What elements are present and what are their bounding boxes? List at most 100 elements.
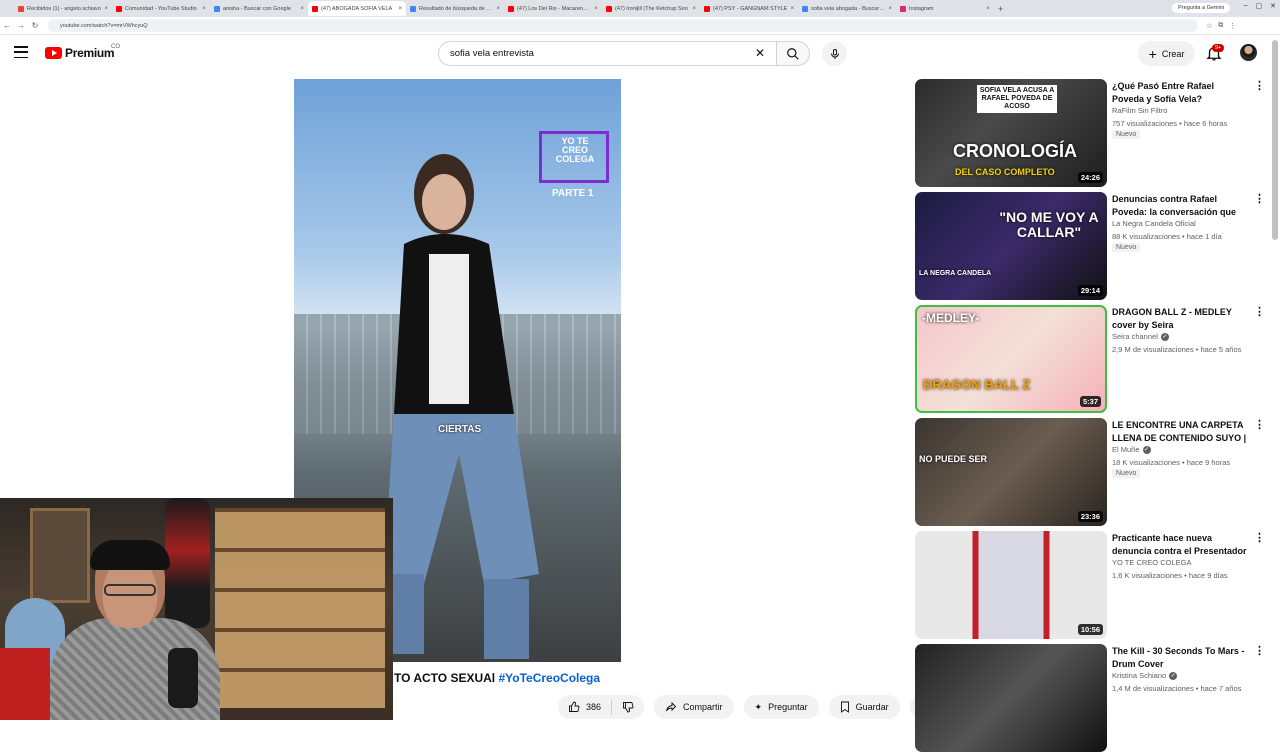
share-button[interactable]: Compartir <box>654 695 734 719</box>
video-duration: 23:36 <box>1077 511 1103 522</box>
recommendation-thumbnail[interactable]: "NO ME VOY A CALLAR" LA NEGRA CANDELA 29:1… <box>915 192 1107 300</box>
recommendation-thumbnail[interactable]: SOFIA VELA ACUSA A RAFAEL POVEDA DE ACOS… <box>915 79 1107 187</box>
recommendation-title[interactable]: Practicante hace nueva denuncia contra e… <box>1112 532 1248 558</box>
browser-tab[interactable]: Instagram × <box>896 1 994 16</box>
forward-icon[interactable]: → <box>14 21 28 30</box>
gemini-button[interactable]: Pregunta a Gemini <box>1172 3 1230 13</box>
browser-menu-icon[interactable]: ⋮ <box>1229 22 1236 30</box>
new-badge: Nuevo <box>1112 130 1141 139</box>
upload-age: hace 6 horas <box>1183 119 1228 128</box>
tab-close-icon[interactable]: × <box>398 6 402 12</box>
more-options-icon[interactable]: ⋮ <box>1254 533 1265 544</box>
recommendation-channel[interactable]: La Negra Candela Oficial <box>1112 219 1196 228</box>
menu-icon[interactable] <box>14 46 28 58</box>
browser-tab[interactable]: Recibidos (1) - angelo.schiavo × <box>14 1 112 16</box>
recommendation-channel[interactable]: Seira channel ✓ <box>1112 332 1169 341</box>
logo-text: Premium <box>65 46 115 60</box>
browser-tab[interactable]: anisha - Buscar con Google × <box>210 1 308 16</box>
recommendation-item[interactable]: 10:56 Practicante hace nueva denuncia con… <box>915 531 1265 639</box>
search-input[interactable]: sofia vela entrevista <box>438 41 777 66</box>
recommendation-channel[interactable]: RaFilm Sin Filtro <box>1112 106 1167 115</box>
search-button[interactable] <box>776 41 810 66</box>
recommendation-thumbnail[interactable]: NO PUEDE SER 23:36 <box>915 418 1107 526</box>
tab-close-icon[interactable]: × <box>888 6 892 12</box>
share-icon <box>666 701 677 712</box>
recommendation-title[interactable]: LE ENCONTRE UNA CARPETA LLENA DE CONTENI… <box>1112 419 1248 445</box>
account-avatar[interactable] <box>1240 44 1257 61</box>
recommendation-item[interactable]: -MEDLEY- DRAGON BALL Z 5:37 DRAGON BALL Z -… <box>915 305 1265 413</box>
recommendation-title[interactable]: ¿Qué Pasó Entre Rafael Poveda y Sofía Ve… <box>1112 80 1248 106</box>
recommendation-item[interactable]: "NO ME VOY A CALLAR" LA NEGRA CANDELA 29:1… <box>915 192 1265 300</box>
like-button[interactable]: 386 <box>558 699 613 715</box>
background-shelf <box>215 508 385 708</box>
create-button[interactable]: + Crear <box>1138 41 1195 66</box>
recommendation-title[interactable]: Denuncias contra Rafael Poveda: la conve… <box>1112 193 1248 219</box>
dislike-button[interactable] <box>612 701 644 713</box>
tab-close-icon[interactable]: × <box>692 6 696 12</box>
tab-label: sofia vela abogada - Buscar co <box>811 5 886 12</box>
browser-tab[interactable]: Comunidad - YouTube Studio × <box>112 1 210 16</box>
minimize-icon[interactable]: – <box>1244 2 1248 10</box>
tab-close-icon[interactable]: × <box>104 6 108 12</box>
browser-tab[interactable]: Resultado de búsqueda de mo × <box>406 1 504 16</box>
voice-search-button[interactable] <box>822 41 847 66</box>
tab-close-icon[interactable]: × <box>790 6 794 12</box>
tab-close-icon[interactable]: × <box>300 6 304 12</box>
webcam-overlay <box>0 498 393 720</box>
new-badge: Nuevo <box>1112 243 1141 252</box>
bookmark-star-icon[interactable]: ☆ <box>1206 22 1212 30</box>
more-options-icon[interactable]: ⋮ <box>1254 194 1265 205</box>
page-scrollbar[interactable] <box>1272 40 1278 240</box>
more-options-icon[interactable]: ⋮ <box>1254 420 1265 431</box>
ask-button[interactable]: ✦ Preguntar <box>743 695 819 719</box>
save-button[interactable]: Guardar <box>828 695 900 719</box>
create-label: Crear <box>1161 48 1185 59</box>
recommendation-channel[interactable]: El Muñe ✓ <box>1112 445 1151 454</box>
browser-tab[interactable]: (47) ABOGADA SOFIA VELA × <box>308 1 406 16</box>
more-options-icon[interactable]: ⋮ <box>1254 646 1265 657</box>
url-field[interactable]: youtube.com/watch?v=mrVWhcyuQ <box>48 19 1198 32</box>
verified-icon: ✓ <box>1160 332 1169 341</box>
tab-close-icon[interactable]: × <box>594 6 598 12</box>
tab-close-icon[interactable]: × <box>986 6 990 12</box>
browser-tab[interactable]: (47) PSY - GANGNAM STYLE × <box>700 1 798 16</box>
recommendation-title[interactable]: The Kill - 30 Seconds To Mars - Drum Cov… <box>1112 645 1248 670</box>
video-caption: CIERTAS <box>438 424 482 435</box>
country-code: CO <box>111 44 120 50</box>
tab-close-icon[interactable]: × <box>202 6 206 12</box>
reload-icon[interactable]: ↻ <box>28 21 42 30</box>
back-icon[interactable]: ← <box>0 21 14 30</box>
recommendation-channel[interactable]: Kristina Schiano ✓ <box>1112 671 1178 680</box>
youtube-premium-logo[interactable]: Premium <box>45 46 115 60</box>
like-count: 386 <box>586 702 602 712</box>
recommendation-title[interactable]: DRAGON BALL Z - MEDLEY cover by Seira <box>1112 306 1248 331</box>
recommendation-thumbnail[interactable]: 10:56 <box>915 531 1107 639</box>
upload-age: hace 9 horas <box>1186 458 1231 467</box>
more-options-icon[interactable]: ⋮ <box>1254 81 1265 92</box>
video-duration: 5:37 <box>1079 396 1101 407</box>
clear-search-icon[interactable]: ✕ <box>755 46 765 60</box>
new-tab-button[interactable]: + <box>998 4 1003 14</box>
recommendation-thumbnail[interactable] <box>915 644 1107 752</box>
tab-close-icon[interactable]: × <box>496 6 500 12</box>
recommendation-thumbnail[interactable]: -MEDLEY- DRAGON BALL Z 5:37 <box>915 305 1107 413</box>
youtube-header: Premium CO sofia vela entrevista ✕ + Cre… <box>0 36 1280 72</box>
video-duration: 29:14 <box>1077 285 1103 296</box>
close-window-icon[interactable]: ✕ <box>1270 2 1276 10</box>
more-options-icon[interactable]: ⋮ <box>1254 307 1265 318</box>
recommendation-channel[interactable]: YO TE CREO COLEGA <box>1112 558 1191 567</box>
browser-tab[interactable]: (47) Los Del Rio - Macarena (B × <box>504 1 602 16</box>
address-bar-row: ← → ↻ youtube.com/watch?v=mrVWhcyuQ ☆ ⧉ … <box>0 17 1280 35</box>
video-hashtag-link[interactable]: #YoTeCreoColega <box>498 671 600 685</box>
plus-icon: + <box>1148 45 1157 62</box>
extensions-icon[interactable]: ⧉ <box>1218 22 1223 30</box>
recommendation-item[interactable]: The Kill - 30 Seconds To Mars - Drum Cov… <box>915 644 1265 752</box>
recommendation-item[interactable]: SOFIA VELA ACUSA A RAFAEL POVEDA DE ACOS… <box>915 79 1265 187</box>
bookmark-icon <box>840 701 849 713</box>
recommendation-item[interactable]: NO PUEDE SER 23:36 LE ENCONTRE UNA CARPETA… <box>915 418 1265 526</box>
tab-favicon-icon <box>704 5 710 12</box>
browser-tab[interactable]: (47) Ironijill (The Ketchup Son × <box>602 1 700 16</box>
browser-tab[interactable]: sofia vela abogada - Buscar co × <box>798 1 896 16</box>
tab-favicon-icon <box>802 5 808 12</box>
maximize-icon[interactable]: ▢ <box>1256 2 1263 10</box>
